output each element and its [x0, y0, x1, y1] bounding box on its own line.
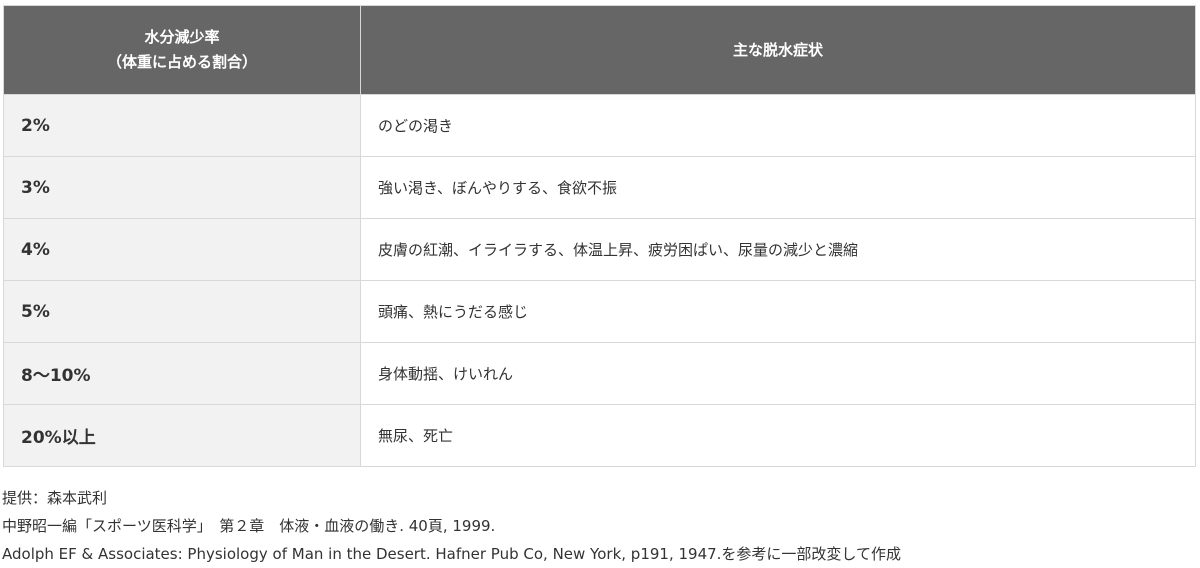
- table-row: 3% 強い渇き、ぼんやりする、食欲不振: [3, 156, 1196, 219]
- reference-note-1: 中野昭一編「スポーツ医科学」 第２章 体液・血液の働き. 40頁, 1999.: [2, 517, 496, 535]
- rate-cell: 4%: [3, 218, 361, 281]
- table-row: 8〜10% 身体動揺、けいれん: [3, 342, 1196, 405]
- symptoms-cell: 皮膚の紅潮、イライラする、体温上昇、疲労困ぱい、尿量の減少と濃縮: [360, 218, 1196, 281]
- dehydration-symptoms-table: 水分減少率 （体重に占める割合） 主な脱水症状 2% のどの渇き 3% 強い渇き…: [3, 5, 1196, 467]
- header-col1-line1: 水分減少率: [144, 28, 220, 46]
- table-row: 4% 皮膚の紅潮、イライラする、体温上昇、疲労困ぱい、尿量の減少と濃縮: [3, 218, 1196, 281]
- rate-cell: 5%: [3, 280, 361, 343]
- symptoms-cell: 頭痛、熱にうだる感じ: [360, 280, 1196, 343]
- reference-note-2: Adolph EF & Associates: Physiology of Ma…: [2, 545, 901, 563]
- source-notes: 提供：森本武利 中野昭一編「スポーツ医科学」 第２章 体液・血液の働き. 40頁…: [2, 484, 1192, 568]
- provider-note: 提供：森本武利: [2, 489, 108, 507]
- rate-cell: 20%以上: [3, 404, 361, 467]
- header-main-symptoms: 主な脱水症状: [360, 5, 1196, 95]
- header-col1-line2: （体重に占める割合）: [106, 53, 257, 71]
- rate-cell: 2%: [3, 94, 361, 157]
- rate-cell: 8〜10%: [3, 342, 361, 405]
- table-header-row: 水分減少率 （体重に占める割合） 主な脱水症状: [3, 5, 1196, 95]
- table-row: 20%以上 無尿、死亡: [3, 404, 1196, 467]
- table-row: 2% のどの渇き: [3, 94, 1196, 157]
- header-water-loss-rate: 水分減少率 （体重に占める割合）: [3, 5, 361, 95]
- dehydration-table-container: 水分減少率 （体重に占める割合） 主な脱水症状 2% のどの渇き 3% 強い渇き…: [3, 5, 1196, 467]
- symptoms-cell: 強い渇き、ぼんやりする、食欲不振: [360, 156, 1196, 219]
- table-row: 5% 頭痛、熱にうだる感じ: [3, 280, 1196, 343]
- rate-cell: 3%: [3, 156, 361, 219]
- symptoms-cell: 無尿、死亡: [360, 404, 1196, 467]
- symptoms-cell: のどの渇き: [360, 94, 1196, 157]
- symptoms-cell: 身体動揺、けいれん: [360, 342, 1196, 405]
